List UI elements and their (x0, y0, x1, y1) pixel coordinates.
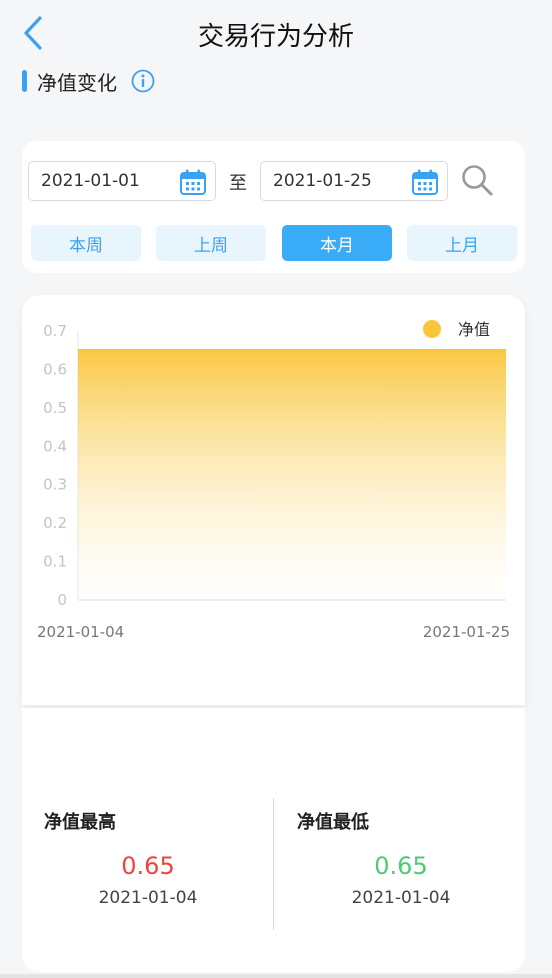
min-net-value-label: 净值最低 (297, 812, 369, 833)
end-date-field[interactable]: 2021-01-25 (260, 161, 448, 201)
date-filter-card: 2021-01-01 至 2021-01-25 本周 上周 本月 上月 (22, 141, 525, 273)
end-date-value: 2021-01-25 (273, 171, 372, 191)
y-tick-label: 0.4 (43, 437, 67, 455)
min-net-value-date: 2021-01-04 (351, 888, 451, 908)
legend-swatch (423, 320, 441, 338)
section-title: 净值变化 (37, 70, 117, 95)
x-tick-label: 2021-01-25 (423, 623, 510, 641)
start-date-field[interactable]: 2021-01-01 (28, 161, 216, 201)
y-tick-label: 0.2 (43, 514, 67, 532)
range-this-month-button[interactable]: 本月 (282, 225, 392, 261)
y-tick-label: 0 (57, 591, 67, 609)
y-tick-label: 0.7 (43, 322, 67, 340)
y-tick-label: 0.1 (43, 553, 67, 571)
max-net-value-date: 2021-01-04 (98, 888, 198, 908)
search-icon[interactable] (460, 163, 494, 197)
range-last-week-button[interactable]: 上周 (156, 225, 266, 261)
min-net-value: 0.65 (374, 852, 428, 880)
range-last-month-button[interactable]: 上月 (407, 225, 517, 261)
range-this-week-button[interactable]: 本周 (31, 225, 141, 261)
net-value-chart: 0 0.1 0.2 0.3 0.4 0.5 0.6 0.7 2021-01-04 2021-0… (37, 320, 510, 641)
x-tick-label: 2021-01-04 (37, 623, 124, 641)
stats-divider (273, 798, 274, 930)
max-net-value-label: 净值最高 (44, 812, 116, 833)
max-net-value: 0.65 (121, 852, 175, 880)
bottom-edge (0, 974, 552, 978)
calendar-icon (412, 169, 438, 195)
net-value-chart-card: 0 0.1 0.2 0.3 0.4 0.5 0.6 0.7 2021-01-04 2021-0… (22, 295, 525, 705)
info-icon[interactable] (131, 69, 155, 93)
section-header: 净值变化 (22, 66, 155, 96)
range-separator-label: 至 (229, 173, 247, 194)
y-tick-label: 0.5 (43, 399, 67, 417)
calendar-icon (180, 169, 206, 195)
y-tick-label: 0.3 (43, 476, 67, 494)
legend-label[interactable]: 净值 (458, 320, 490, 339)
start-date-value: 2021-01-01 (41, 171, 140, 191)
y-tick-label: 0.6 (43, 360, 67, 378)
section-accent-bar (22, 70, 27, 92)
header-bar: 交易行为分析 (0, 0, 552, 70)
net-value-stats-card: 净值最高 0.65 2021-01-04 净值最低 0.65 2021-01-0… (22, 708, 525, 972)
page-title: 交易行为分析 (197, 22, 354, 52)
series-area (78, 350, 506, 600)
